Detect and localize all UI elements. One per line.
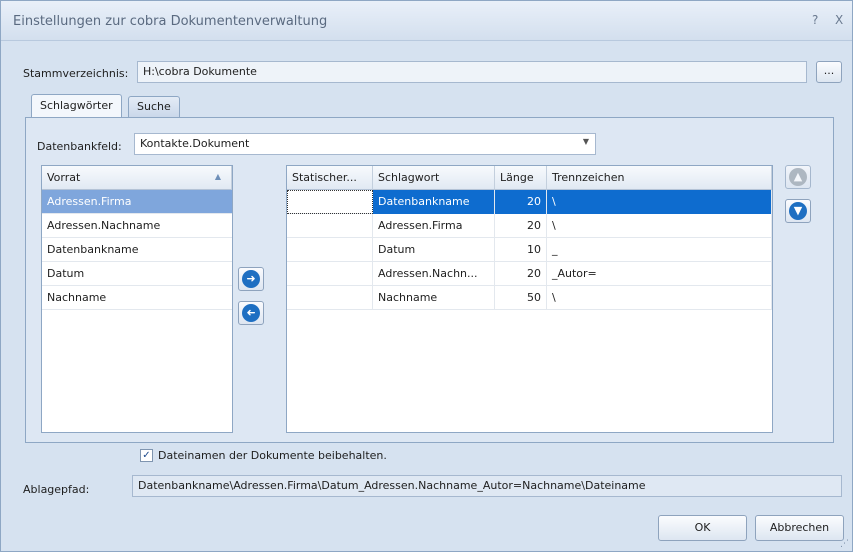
datenbankfeld-value: Kontakte.Dokument [140, 137, 250, 150]
column-header-trennzeichen[interactable]: Trennzeichen [547, 166, 772, 190]
dialog-window: Einstellungen zur cobra Dokumentenverwal… [0, 0, 853, 552]
cell-schlagwort[interactable]: Adressen.Firma [373, 214, 495, 238]
vorrat-header[interactable]: Vorrat ▲ [42, 166, 232, 190]
datenbankfeld-select[interactable]: Kontakte.Dokument ▼ [134, 133, 596, 155]
cell-laenge[interactable]: 50 [495, 286, 547, 310]
cell-schlagwort[interactable]: Datum [373, 238, 495, 262]
move-up-button[interactable]: ▲ [785, 165, 811, 189]
resize-grip-icon[interactable]: ⋰ [840, 539, 849, 549]
keep-filenames-label: Dateinamen der Dokumente beibehalten. [158, 449, 387, 462]
chevron-down-icon: ▼ [582, 137, 589, 146]
cell-laenge[interactable]: 20 [495, 214, 547, 238]
vorrat-header-label: Vorrat [47, 171, 81, 184]
cell-statisch[interactable] [287, 214, 373, 238]
cell-statisch[interactable] [287, 190, 373, 214]
arrow-left-icon: ➜ [242, 304, 260, 322]
tab-suche[interactable]: Suche [128, 96, 180, 117]
cell-trennzeichen[interactable]: \ [547, 190, 772, 214]
list-item[interactable]: Datum [42, 262, 232, 286]
cell-trennzeichen[interactable]: _ [547, 238, 772, 262]
arrow-right-icon: ➜ [242, 270, 260, 288]
keep-filenames-checkbox[interactable]: ✓ [140, 449, 153, 462]
cell-statisch[interactable] [287, 238, 373, 262]
stammverzeichnis-field[interactable]: H:\cobra Dokumente [137, 61, 807, 83]
list-item[interactable]: Datenbankname [42, 238, 232, 262]
datenbankfeld-label: Datenbankfeld: [37, 140, 122, 153]
cell-statisch[interactable] [287, 286, 373, 310]
arrow-up-icon: ▲ [789, 168, 807, 186]
vorrat-list[interactable]: Vorrat ▲ Adressen.Firma Adressen.Nachnam… [41, 165, 233, 433]
arrow-down-icon: ▼ [789, 202, 807, 220]
ablagepfad-label: Ablagepfad: [23, 483, 90, 496]
tab-label: Suche [137, 100, 171, 113]
list-item-label: Nachname [47, 291, 107, 304]
schlagwoerter-panel: Datenbankfeld: Kontakte.Dokument ▼ Vorra… [25, 117, 834, 443]
cell-trennzeichen[interactable]: \ [547, 286, 772, 310]
cell-schlagwort[interactable]: Adressen.Nachn... [373, 262, 495, 286]
table-row[interactable]: Nachname 50 \ [287, 286, 772, 310]
list-item[interactable]: Adressen.Firma [42, 190, 232, 214]
table-row[interactable]: Adressen.Nachn... 20 _Autor= [287, 262, 772, 286]
remove-keyword-button[interactable]: ➜ [238, 301, 264, 325]
column-header-laenge[interactable]: Länge [495, 166, 547, 190]
help-icon[interactable]: ? [812, 13, 818, 27]
list-item[interactable]: Nachname [42, 286, 232, 310]
list-item-label: Adressen.Nachname [47, 219, 161, 232]
cell-laenge[interactable]: 20 [495, 262, 547, 286]
cell-laenge[interactable]: 20 [495, 190, 547, 214]
list-item-label: Datum [47, 267, 85, 280]
schlagwort-grid[interactable]: Statischer... Schlagwort Länge Trennzeic… [286, 165, 773, 433]
list-item-label: Adressen.Firma [47, 195, 132, 208]
stammverzeichnis-label: Stammverzeichnis: [23, 67, 129, 80]
list-item-label: Datenbankname [47, 243, 139, 256]
move-down-button[interactable]: ▼ [785, 199, 811, 223]
window-title: Einstellungen zur cobra Dokumentenverwal… [13, 14, 328, 29]
column-header-statisch[interactable]: Statischer... [287, 166, 373, 190]
column-header-schlagwort[interactable]: Schlagwort [373, 166, 495, 190]
browse-button[interactable]: ... [816, 61, 842, 83]
tab-schlagwoerter[interactable]: Schlagwörter [31, 94, 122, 118]
cell-statisch[interactable] [287, 262, 373, 286]
table-row[interactable]: Datum 10 _ [287, 238, 772, 262]
cell-trennzeichen[interactable]: _Autor= [547, 262, 772, 286]
table-row[interactable]: Datenbankname 20 \ [287, 190, 772, 214]
cell-schlagwort[interactable]: Nachname [373, 286, 495, 310]
sort-ascending-icon: ▲ [214, 172, 221, 181]
cell-schlagwort[interactable]: Datenbankname [373, 190, 495, 214]
close-icon[interactable]: X [835, 13, 843, 27]
title-bar: Einstellungen zur cobra Dokumentenverwal… [1, 1, 852, 41]
table-row[interactable]: Adressen.Firma 20 \ [287, 214, 772, 238]
cell-trennzeichen[interactable]: \ [547, 214, 772, 238]
cell-laenge[interactable]: 10 [495, 238, 547, 262]
cancel-button[interactable]: Abbrechen [755, 515, 844, 541]
add-keyword-button[interactable]: ➜ [238, 267, 264, 291]
ok-button[interactable]: OK [658, 515, 747, 541]
ablagepfad-field: Datenbankname\Adressen.Firma\Datum_Adres… [132, 475, 842, 497]
list-item[interactable]: Adressen.Nachname [42, 214, 232, 238]
tab-label: Schlagwörter [40, 99, 113, 112]
